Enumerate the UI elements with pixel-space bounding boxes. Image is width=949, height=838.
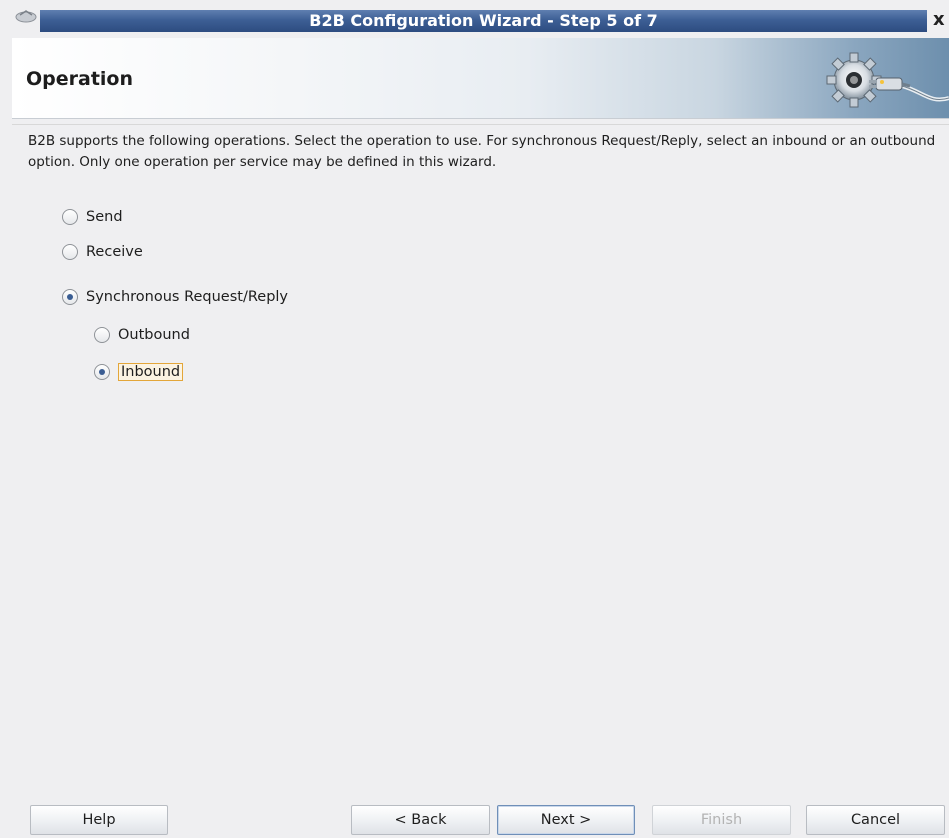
outbound-option[interactable]: Outbound bbox=[94, 327, 190, 343]
window-title: B2B Configuration Wizard - Step 5 of 7 bbox=[309, 11, 658, 30]
back-button[interactable]: < Back bbox=[351, 805, 490, 835]
help-button[interactable]: Help bbox=[30, 805, 168, 835]
sync-request-reply-radio[interactable] bbox=[62, 289, 78, 305]
send-label[interactable]: Send bbox=[86, 209, 123, 225]
sync-request-reply-option[interactable]: Synchronous Request/Reply bbox=[62, 289, 288, 305]
receive-option[interactable]: Receive bbox=[62, 244, 143, 260]
inbound-label[interactable]: Inbound bbox=[118, 363, 184, 381]
send-radio[interactable] bbox=[62, 209, 78, 225]
close-icon[interactable]: x bbox=[933, 10, 945, 30]
inbound-option[interactable]: Inbound bbox=[94, 363, 184, 381]
next-button[interactable]: Next > bbox=[497, 805, 635, 835]
sync-request-reply-label[interactable]: Synchronous Request/Reply bbox=[86, 289, 288, 305]
title-bar: B2B Configuration Wizard - Step 5 of 7 x bbox=[0, 0, 949, 32]
cancel-button[interactable]: Cancel bbox=[806, 805, 945, 835]
receive-label[interactable]: Receive bbox=[86, 244, 143, 260]
finish-button: Finish bbox=[652, 805, 791, 835]
inbound-radio[interactable] bbox=[94, 364, 110, 380]
outbound-radio[interactable] bbox=[94, 327, 110, 343]
window-menu-icon[interactable] bbox=[14, 9, 38, 23]
gear-plug-icon bbox=[826, 52, 949, 108]
header-divider bbox=[12, 124, 949, 125]
page-title: Operation bbox=[26, 68, 134, 90]
send-option[interactable]: Send bbox=[62, 209, 123, 225]
receive-radio[interactable] bbox=[62, 244, 78, 260]
wizard-header: Operation bbox=[12, 38, 949, 119]
operation-description: B2B supports the following operations. S… bbox=[28, 133, 936, 170]
outbound-label[interactable]: Outbound bbox=[118, 327, 190, 343]
